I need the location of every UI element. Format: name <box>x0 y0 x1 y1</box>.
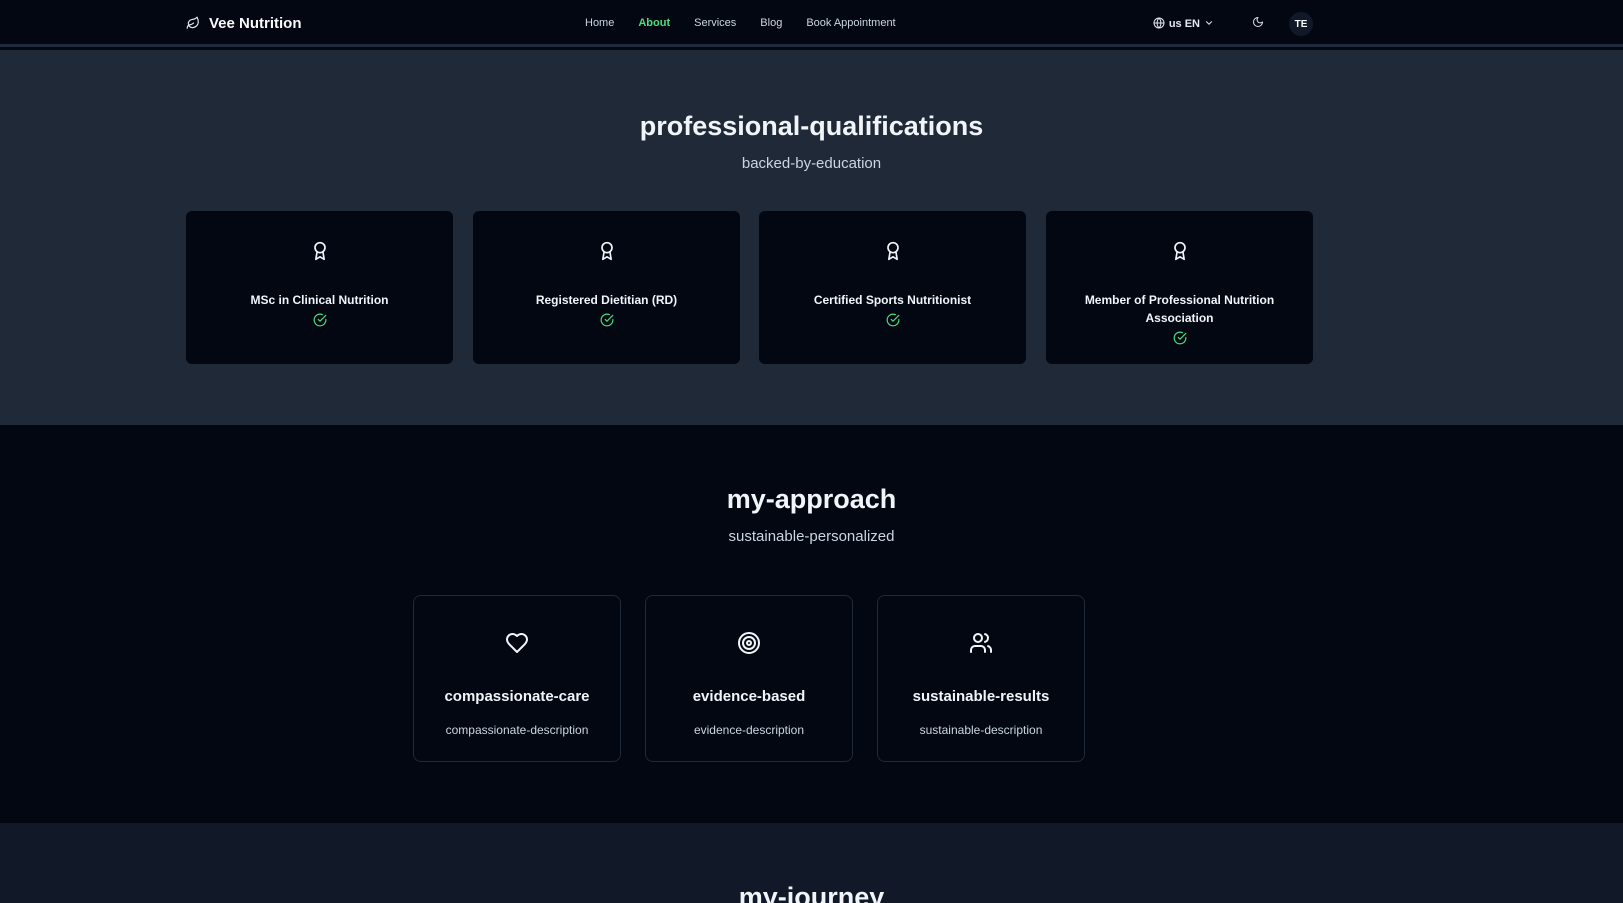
header-actions: us EN TE <box>1147 12 1313 36</box>
qualification-label: Registered Dietitian (RD) <box>535 293 678 307</box>
header-inner: Vee Nutrition Home About Services Blog B… <box>186 0 1313 46</box>
award-icon <box>473 240 740 262</box>
check-circle-icon <box>503 313 710 327</box>
chevron-down-icon <box>1204 18 1214 31</box>
leaf-icon <box>186 16 200 30</box>
theme-toggle-button[interactable] <box>1244 13 1272 36</box>
user-avatar[interactable]: TE <box>1289 12 1313 36</box>
approach-card: evidence-based evidence-description <box>645 595 853 762</box>
nav-about[interactable]: About <box>638 17 670 29</box>
check-circle-icon <box>216 313 423 327</box>
qualification-card: Registered Dietitian (RD) <box>473 211 740 364</box>
approach-card-title: sustainable-results <box>912 688 1050 705</box>
brand-logo-link[interactable]: Vee Nutrition <box>186 15 566 32</box>
qualifications-title: professional-qualifications <box>639 111 984 141</box>
nav-blog[interactable]: Blog <box>760 17 782 29</box>
language-label: us EN <box>1168 18 1200 30</box>
qualification-text: MSc in Clinical Nutrition <box>216 291 423 327</box>
check-circle-icon <box>789 313 996 327</box>
journey-title: my-journey <box>738 882 885 903</box>
globe-icon <box>1153 17 1165 32</box>
qualifications-section: professional-qualifications backed-by-ed… <box>0 50 1623 425</box>
approach-title: my-approach <box>726 484 897 514</box>
nav-home[interactable]: Home <box>585 17 614 29</box>
approach-card: compassionate-care compassionate-descrip… <box>413 595 621 762</box>
moon-icon <box>1252 15 1264 33</box>
award-icon <box>1046 240 1313 262</box>
qualification-label: Certified Sports Nutritionist <box>813 293 972 307</box>
qualification-text: Certified Sports Nutritionist <box>789 291 996 327</box>
qualification-text: Registered Dietitian (RD) <box>503 291 710 327</box>
qualification-card: Member of Professional Nutrition Associa… <box>1046 211 1313 364</box>
qualification-label: MSc in Clinical Nutrition <box>250 293 389 307</box>
nav-services[interactable]: Services <box>694 17 736 29</box>
approach-card-description: evidence-description <box>693 723 805 737</box>
heart-icon <box>414 631 620 655</box>
qualification-card: MSc in Clinical Nutrition <box>186 211 453 364</box>
award-icon <box>186 240 453 262</box>
main-nav: Home About Services Blog Book Appointmen… <box>585 17 896 29</box>
target-icon <box>646 631 852 655</box>
check-circle-icon <box>1076 331 1283 345</box>
qualifications-subtitle: backed-by-education <box>741 155 882 172</box>
approach-subtitle: sustainable-personalized <box>728 528 895 545</box>
approach-card: sustainable-results sustainable-descript… <box>877 595 1085 762</box>
qualification-label: Member of Professional Nutrition Associa… <box>1084 293 1275 325</box>
language-selector[interactable]: us EN <box>1147 13 1220 36</box>
approach-card-title: compassionate-care <box>444 688 590 705</box>
approach-card-title: evidence-based <box>692 688 806 705</box>
journey-section: my-journey <box>0 823 1623 903</box>
users-icon <box>878 631 1084 655</box>
approach-card-description: compassionate-description <box>445 723 589 737</box>
approach-section: my-approach sustainable-personalized com… <box>0 425 1623 823</box>
award-icon <box>759 240 1026 262</box>
site-header: Vee Nutrition Home About Services Blog B… <box>0 0 1623 47</box>
brand-name: Vee Nutrition <box>209 14 302 32</box>
approach-card-description: sustainable-description <box>919 723 1043 737</box>
qualification-text: Member of Professional Nutrition Associa… <box>1076 291 1283 345</box>
nav-book-appointment[interactable]: Book Appointment <box>806 17 895 29</box>
qualification-card: Certified Sports Nutritionist <box>759 211 1026 364</box>
